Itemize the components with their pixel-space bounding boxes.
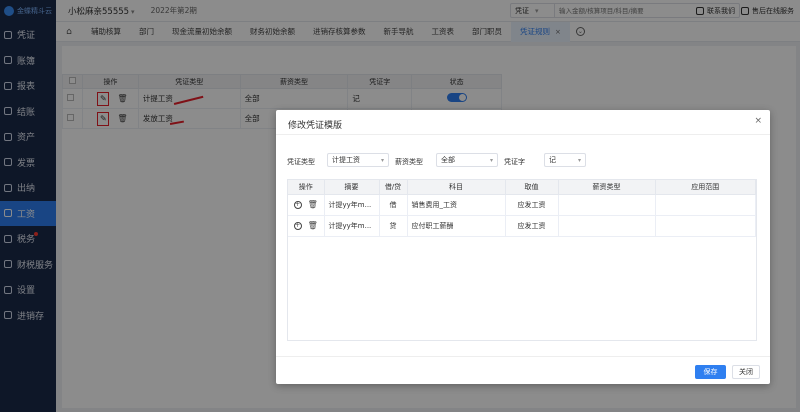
col-operation: 操作 [288,180,325,195]
summary-cell[interactable]: 计提yy年m... [324,215,380,237]
dialog-title: 修改凭证模版 [288,121,343,131]
voucher-type-label: 凭证类型 [287,158,315,166]
debit-credit-cell[interactable]: 贷 [379,215,408,237]
close-button[interactable]: 关闭 [732,365,760,379]
close-icon[interactable]: × [754,116,762,126]
divider [276,356,770,357]
account-cell[interactable]: 销售费用_工资 [407,194,506,216]
account-cell[interactable]: 应付职工薪酬 [407,215,506,237]
template-entries-table: 操作 摘要 借/贷 科目 取值 薪资类型 应用范围 + 🗑 计提yy年m... 借… [287,179,757,341]
chevron-down-icon: ▾ [380,156,384,164]
table-row: + 🗑 计提yy年m... 借 销售费用_工资 应发工资 [288,194,756,216]
trash-icon[interactable]: 🗑 [308,200,318,209]
col-scope: 应用范围 [655,180,756,195]
add-row-icon[interactable]: + [293,200,302,209]
voucher-word-select[interactable]: 记 ▾ [544,153,586,167]
trash-icon[interactable]: 🗑 [308,221,318,230]
chevron-down-icon: ▾ [489,156,493,164]
scope-cell[interactable] [655,215,756,237]
col-value: 取值 [505,180,559,195]
voucher-word-label: 凭证字 [504,158,525,166]
salary-type-cell[interactable] [558,215,656,237]
divider [276,134,770,135]
save-button[interactable]: 保存 [695,365,726,379]
col-salary-type: 薪资类型 [558,180,656,195]
value-cell[interactable]: 应发工资 [505,194,559,216]
scope-cell[interactable] [655,194,756,216]
salary-type-select[interactable]: 全部 ▾ [436,153,498,167]
col-debit-credit: 借/贷 [379,180,408,195]
add-row-icon[interactable]: + [293,221,302,230]
value-cell[interactable]: 应发工资 [505,215,559,237]
salary-type-cell[interactable] [558,194,656,216]
debit-credit-cell[interactable]: 借 [379,194,408,216]
voucher-type-select[interactable]: 计提工资 ▾ [327,153,389,167]
table-row: + 🗑 计提yy年m... 贷 应付职工薪酬 应发工资 [288,215,756,237]
summary-cell[interactable]: 计提yy年m... [324,194,380,216]
chevron-down-icon: ▾ [577,156,581,164]
edit-voucher-template-dialog: 修改凭证模版 × 凭证类型 计提工资 ▾ 薪资类型 全部 ▾ 凭证字 记 ▾ 操作 摘… [276,110,770,384]
salary-type-label: 薪资类型 [395,158,423,166]
col-summary: 摘要 [324,180,380,195]
col-account: 科目 [407,180,506,195]
